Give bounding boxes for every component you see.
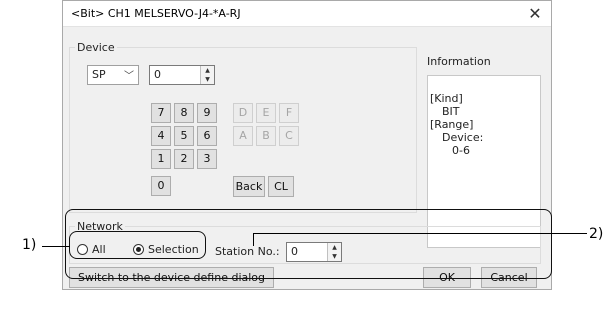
key-9[interactable]: 9 [197,103,217,123]
info-kind-label: [Kind] [430,92,463,105]
key-a[interactable]: A [233,126,253,146]
key-3[interactable]: 3 [197,149,217,169]
key-0[interactable]: 0 [151,176,171,196]
spinner-icon[interactable]: ▲ ▼ [200,66,214,84]
key-e[interactable]: E [256,103,276,123]
info-kind-value: BIT [442,105,460,118]
callout-2: 2) [589,226,604,242]
key-4[interactable]: 4 [151,126,171,146]
callout-1-line [42,246,70,247]
key-5[interactable]: 5 [174,126,194,146]
close-icon[interactable]: ✕ [523,2,547,24]
device-number-value: 0 [154,68,161,81]
back-button[interactable]: Back [233,176,265,197]
key-b[interactable]: B [256,126,276,146]
callout-2-line [253,233,587,234]
key-c[interactable]: C [279,126,299,146]
spin-down-icon[interactable]: ▼ [201,75,214,84]
information-label: Information [427,55,491,68]
key-8[interactable]: 8 [174,103,194,123]
radio-highlight [69,231,206,259]
title-bar: <Bit> CH1 MELSERVO-J4-*A-RJ ✕ [63,1,551,27]
key-7[interactable]: 7 [151,103,171,123]
key-d[interactable]: D [233,103,253,123]
info-range-value: 0-6 [452,144,470,157]
callout-1: 1) [22,237,37,253]
dialog-title: <Bit> CH1 MELSERVO-J4-*A-RJ [71,7,241,20]
key-6[interactable]: 6 [197,126,217,146]
key-2[interactable]: 2 [174,149,194,169]
key-f[interactable]: F [279,103,299,123]
info-range-label: [Range] [430,118,474,131]
device-number-input[interactable]: 0 ▲ ▼ [149,65,215,85]
info-range-device: Device: [442,131,484,144]
device-type-select[interactable]: SP ﹀ [87,65,139,85]
clear-button[interactable]: CL [268,176,294,197]
callout-2-leader [253,233,254,246]
device-type-value: SP [92,68,106,81]
chevron-down-icon: ﹀ [124,71,134,82]
spin-up-icon[interactable]: ▲ [201,66,214,75]
device-group-label: Device [75,41,117,54]
key-1[interactable]: 1 [151,149,171,169]
